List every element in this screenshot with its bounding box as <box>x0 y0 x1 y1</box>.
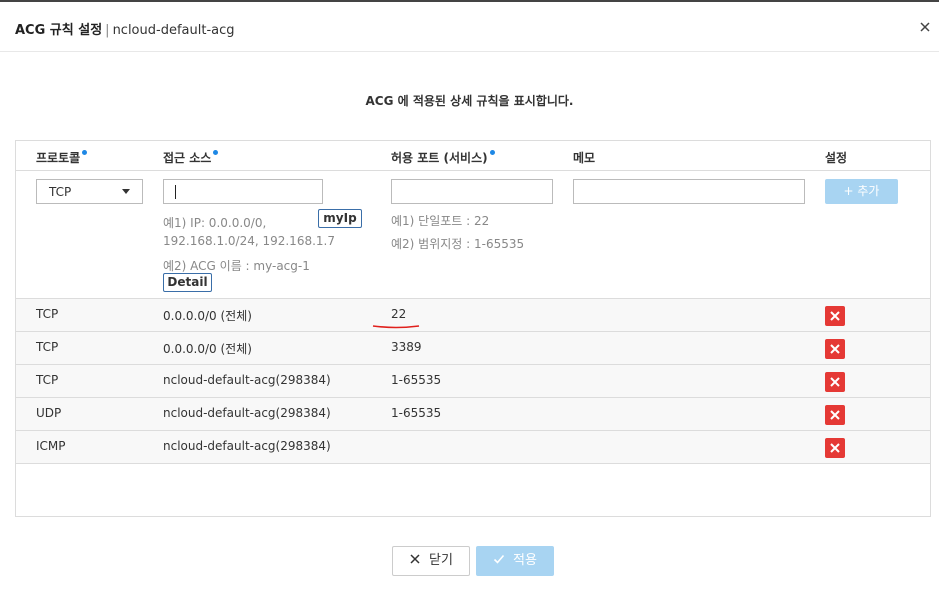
required-dot <box>489 150 495 155</box>
table-row: TCP ncloud-default-acg(298384) 1-65535 <box>16 365 930 398</box>
row-source: 0.0.0.0/0 (전체) <box>163 342 252 356</box>
add-rule-button[interactable]: + 추가 <box>825 179 898 204</box>
row-port: 3389 <box>391 340 422 354</box>
source-hint-1: 예1) IP: 0.0.0.0/0, <box>163 216 267 230</box>
header-settings: 설정 <box>825 151 848 165</box>
row-port: 22 <box>391 307 407 321</box>
table-row: UDP ncloud-default-acg(298384) 1-65535 <box>16 398 930 431</box>
myip-button[interactable]: myIp <box>318 209 362 228</box>
required-dot <box>213 150 219 155</box>
apply-button[interactable]: 적용 <box>476 546 554 576</box>
modal-header: ACG 규칙 설정 | ncloud-default-acg <box>0 2 939 52</box>
annotation-underline <box>372 325 420 329</box>
protocol-select[interactable]: TCP <box>36 179 143 204</box>
delete-rule-button[interactable] <box>825 306 845 326</box>
row-source: ncloud-default-acg(298384) <box>163 406 331 420</box>
row-port: 1-65535 <box>391 406 442 420</box>
close-button[interactable]: 닫기 <box>392 546 470 576</box>
close-icon[interactable] <box>918 20 932 34</box>
table-row: ICMP ncloud-default-acg(298384) <box>16 431 930 464</box>
new-rule-form: TCP 예1) IP: 0.0.0.0/0, myIp 192.168.1.0/… <box>16 172 930 299</box>
memo-input[interactable] <box>573 179 805 204</box>
source-hint-2: 예2) ACG 이름 : my-acg-1 <box>163 259 310 273</box>
port-hint-1: 예1) 단일포트 : 22 <box>391 214 490 228</box>
close-icon <box>410 554 420 564</box>
delete-rule-button[interactable] <box>825 438 845 458</box>
protocol-select-value: TCP <box>49 185 72 199</box>
text-cursor <box>175 185 176 199</box>
delete-x-icon <box>830 377 840 387</box>
rules-table: 프로토콜 접근 소스 허용 포트 (서비스) 메모 설정 TCP 예1) IP:… <box>15 140 931 517</box>
row-source: ncloud-default-acg(298384) <box>163 439 331 453</box>
header-source: 접근 소스 <box>163 149 219 166</box>
row-protocol: TCP <box>36 307 59 321</box>
apply-button-label: 적용 <box>513 553 537 568</box>
row-source: ncloud-default-acg(298384) <box>163 373 331 387</box>
title-separator: | <box>105 23 110 38</box>
modal-title-main: ACG 규칙 설정 <box>15 23 103 38</box>
modal-title-acg-name: ncloud-default-acg <box>112 23 235 38</box>
row-protocol: TCP <box>36 373 59 387</box>
table-row: TCP 0.0.0.0/0 (전체) 22 <box>16 299 930 332</box>
row-source: 0.0.0.0/0 (전체) <box>163 309 252 323</box>
delete-x-icon <box>830 410 840 420</box>
delete-rule-button[interactable] <box>825 372 845 392</box>
delete-x-icon <box>830 311 840 321</box>
header-memo: 메모 <box>573 151 596 165</box>
source-hint-1b: 192.168.1.0/24, 192.168.1.7 <box>163 234 335 248</box>
required-dot <box>82 150 88 155</box>
delete-x-icon <box>830 344 840 354</box>
delete-rule-button[interactable] <box>825 339 845 359</box>
table-row: TCP 0.0.0.0/0 (전체) 3389 <box>16 332 930 365</box>
source-input[interactable] <box>163 179 323 204</box>
modal-description: ACG 에 적용된 상세 규칙을 표시합니다. <box>365 94 574 108</box>
modal-title: ACG 규칙 설정 | ncloud-default-acg <box>15 19 235 38</box>
delete-rule-button[interactable] <box>825 405 845 425</box>
close-button-label: 닫기 <box>429 553 453 568</box>
port-hint-2: 예2) 범위지정 : 1-65535 <box>391 237 525 251</box>
table-header: 프로토콜 접근 소스 허용 포트 (서비스) 메모 설정 <box>16 141 930 171</box>
header-port: 허용 포트 (서비스) <box>391 149 495 166</box>
delete-x-icon <box>830 443 840 453</box>
row-protocol: TCP <box>36 340 59 354</box>
check-icon <box>493 554 505 564</box>
chevron-down-icon <box>122 189 130 194</box>
port-input[interactable] <box>391 179 553 204</box>
row-protocol: UDP <box>36 406 62 420</box>
row-protocol: ICMP <box>36 439 66 453</box>
detail-button[interactable]: Detail <box>163 273 212 292</box>
row-port: 1-65535 <box>391 373 442 387</box>
header-protocol: 프로토콜 <box>36 149 88 166</box>
